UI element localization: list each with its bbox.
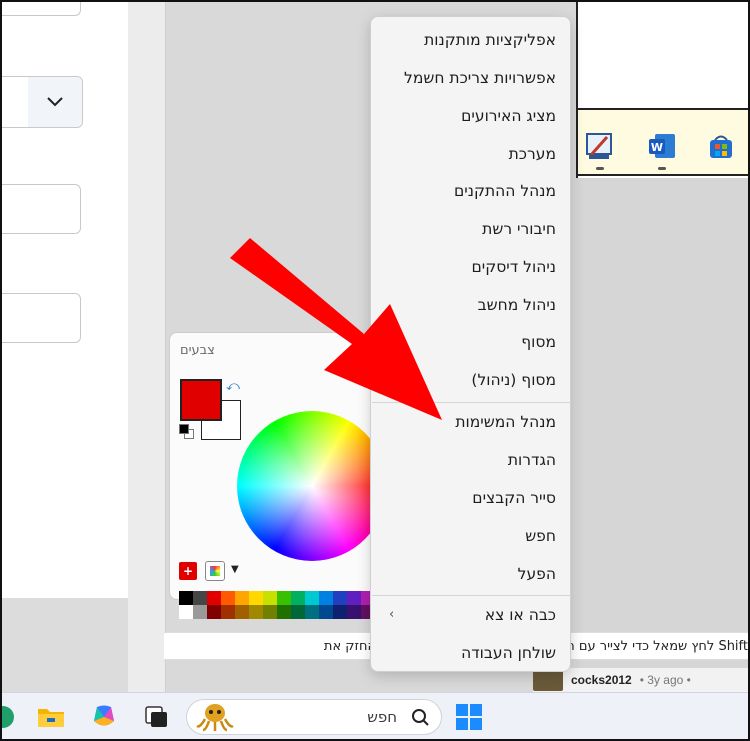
edit-colors-icon[interactable] (205, 561, 225, 581)
palette-swatch[interactable] (305, 605, 319, 619)
menu-item-event-viewer[interactable]: מציג האירועים (375, 99, 568, 133)
menu-item-search[interactable]: חפש (375, 519, 568, 553)
window-content (578, 2, 748, 110)
palette-swatch[interactable] (235, 591, 249, 605)
palette-swatch[interactable] (207, 591, 221, 605)
avatar[interactable] (533, 669, 563, 691)
reset-colors-black[interactable] (179, 424, 189, 434)
palette-swatch[interactable] (291, 605, 305, 619)
chevron-down-icon[interactable] (28, 77, 82, 127)
palette-swatch[interactable] (193, 605, 207, 619)
color-palette (179, 591, 375, 619)
palette-swatch[interactable] (249, 591, 263, 605)
menu-item-shutdown[interactable]: כבה או צא › (375, 598, 568, 632)
menu-item-system[interactable]: מערכת (375, 137, 568, 171)
menu-item-run[interactable]: הפעל (375, 557, 568, 591)
palette-swatch[interactable] (333, 591, 347, 605)
menu-item-installed-apps[interactable]: אפליקציות מותקנות (375, 23, 568, 57)
palette-swatch[interactable] (333, 605, 347, 619)
palette-swatch[interactable] (249, 605, 263, 619)
palette-swatch[interactable] (179, 591, 193, 605)
palette-swatch[interactable] (319, 605, 333, 619)
secondary-window: W (576, 2, 748, 178)
add-color-icon[interactable]: + (179, 562, 197, 580)
red-arrow-annotation (230, 238, 442, 420)
palette-swatch[interactable] (179, 605, 193, 619)
file-explorer-icon[interactable] (36, 702, 66, 732)
paint-app-icon[interactable] (584, 130, 616, 162)
menu-item-device-manager[interactable]: מנהל ההתקנים (375, 174, 568, 208)
settings-panel (2, 0, 128, 598)
search-label: חפש (367, 708, 397, 726)
task-view-icon[interactable] (141, 702, 171, 732)
text-field-3[interactable] (2, 293, 81, 343)
menu-item-shutdown-label: כבה או צא (484, 606, 556, 624)
palette-swatch[interactable] (263, 605, 277, 619)
palette-swatch[interactable] (319, 591, 333, 605)
dropdown-select[interactable] (2, 76, 83, 128)
menu-item-file-explorer[interactable]: סייר הקבצים (375, 481, 568, 515)
palette-swatch[interactable] (277, 591, 291, 605)
palette-swatch[interactable] (235, 605, 249, 619)
taskbar-search[interactable]: חפש (186, 699, 442, 735)
palette-swatch[interactable] (305, 591, 319, 605)
background-pane (128, 2, 166, 692)
copilot-icon[interactable] (89, 702, 119, 732)
widget-icon[interactable] (0, 702, 18, 732)
pinned-apps-strip: W (578, 110, 748, 176)
palette-swatch[interactable] (221, 591, 235, 605)
start-button[interactable] (454, 702, 484, 732)
store-app-icon[interactable] (705, 130, 737, 162)
color-wheel[interactable] (237, 411, 387, 561)
text-field-2[interactable] (2, 184, 81, 234)
palette-swatch[interactable] (207, 605, 221, 619)
menu-item-settings[interactable]: הגדרות (375, 443, 568, 477)
palette-swatch[interactable] (291, 591, 305, 605)
chevron-right-icon: › (389, 607, 395, 622)
palette-swatch[interactable] (193, 591, 207, 605)
running-indicator (596, 167, 604, 170)
palette-swatch[interactable] (221, 605, 235, 619)
colors-title: צבעים (180, 343, 215, 358)
palette-swatch[interactable] (263, 591, 277, 605)
svg-text:W: W (651, 141, 663, 154)
palette-swatch[interactable] (347, 605, 361, 619)
word-app-icon[interactable]: W (646, 130, 678, 162)
palette-swatch[interactable] (277, 605, 291, 619)
comment-username[interactable]: cocks2012 (571, 673, 632, 687)
background-pane-right (576, 178, 748, 688)
text-field-top[interactable] (2, 0, 81, 16)
menu-separator (372, 595, 571, 596)
octopus-icon (195, 702, 235, 736)
menu-item-desktop[interactable]: שולחן העבודה (375, 636, 568, 670)
primary-color-swatch[interactable] (180, 379, 222, 421)
menu-item-power-options[interactable]: אפשרויות צריכת חשמל (375, 61, 568, 95)
caret-down-icon[interactable]: ▼ (231, 564, 239, 575)
taskbar: חפש (0, 692, 748, 739)
comment-meta: • 3y ago • (639, 673, 691, 687)
palette-swatch[interactable] (347, 591, 361, 605)
running-indicator (658, 167, 666, 170)
search-icon (411, 708, 429, 730)
